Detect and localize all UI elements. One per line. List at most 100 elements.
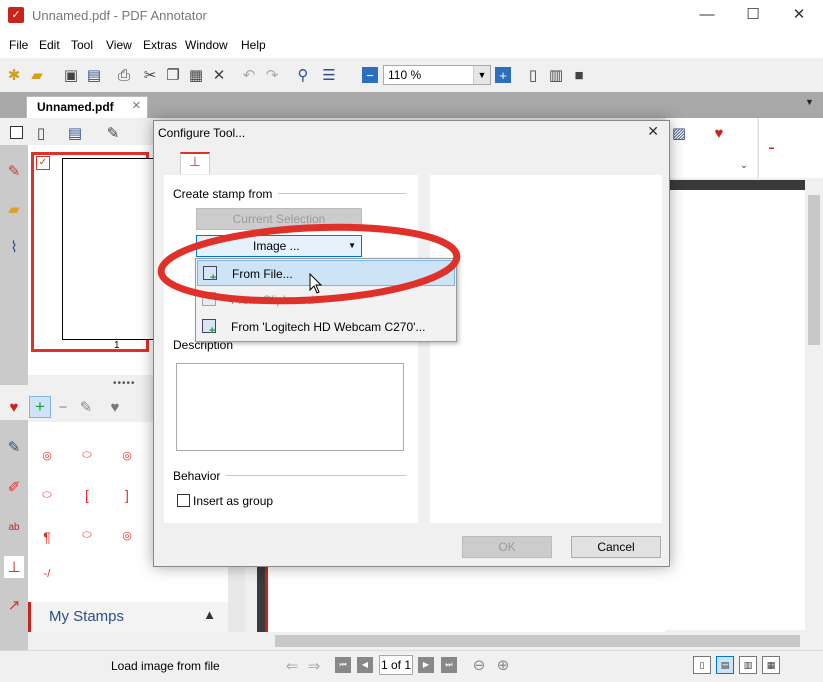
back-icon[interactable]: ⇐ <box>283 657 301 675</box>
cut-icon[interactable]: ✂ <box>141 66 159 84</box>
history-back-icon[interactable]: ⊖ <box>470 656 488 674</box>
splitter-handle[interactable]: ••••• <box>113 378 136 389</box>
paste-icon[interactable]: ▦ <box>187 66 205 84</box>
chevron-up-icon[interactable]: ▲ <box>203 607 216 622</box>
menu-extras[interactable]: Extras <box>143 38 177 52</box>
dialog-close-icon[interactable]: ✕ <box>647 123 659 140</box>
stamp-tool-icon[interactable]: ⊥ <box>4 556 24 578</box>
vertical-scroll-thumb[interactable] <box>808 195 820 345</box>
ok-button[interactable]: OK <box>462 536 552 558</box>
menu-item-label: From 'Logitech HD Webcam C270'... <box>231 320 426 334</box>
maximize-button[interactable]: ☐ <box>730 0 776 32</box>
delete-icon[interactable]: ✕ <box>210 66 228 84</box>
redo-icon[interactable]: ↷ <box>263 66 281 84</box>
full-screen-icon[interactable]: ■ <box>570 66 588 84</box>
book-icon[interactable]: ▤ <box>66 124 84 142</box>
select-checkbox[interactable] <box>10 126 23 139</box>
stamp-item[interactable]: -/ <box>32 568 62 580</box>
mouse-cursor-icon <box>309 273 323 294</box>
fit-page-icon[interactable]: ▯ <box>524 66 542 84</box>
single-page-view-icon[interactable]: ▯ <box>693 656 711 674</box>
filter-icon[interactable]: ☰ <box>320 66 338 84</box>
previous-page-icon[interactable]: ◀ <box>357 657 373 673</box>
stamp-item[interactable]: ⬭ <box>72 449 102 462</box>
first-page-icon[interactable]: ⏮ <box>335 657 351 673</box>
my-stamps-section[interactable]: My Stamps ▲ <box>28 602 228 632</box>
forward-icon[interactable]: ⇒ <box>305 657 323 675</box>
document-page-edge <box>257 565 265 632</box>
zoom-in-icon[interactable]: + <box>495 67 511 83</box>
insert-image-icon[interactable]: ▨ <box>670 124 688 142</box>
save-icon[interactable]: ▣ <box>62 66 80 84</box>
close-button[interactable]: ✕ <box>776 0 822 32</box>
folder-tab-icon[interactable]: ▰ <box>5 200 23 218</box>
remove-stamp-icon[interactable]: − <box>54 398 72 416</box>
chevron-down-icon[interactable]: ▼ <box>805 97 814 107</box>
zoom-combobox[interactable]: 110 % ▼ <box>383 65 491 85</box>
page-icon[interactable]: ▯ <box>32 124 50 142</box>
undo-icon[interactable]: ↶ <box>240 66 258 84</box>
stamp-tab-icon[interactable]: ⊥ <box>180 152 210 174</box>
wrench-icon[interactable]: ✎ <box>104 124 122 142</box>
fit-width-icon[interactable]: ▥ <box>547 66 565 84</box>
stamp-item[interactable]: [ <box>72 487 102 503</box>
document-page[interactable] <box>268 565 665 632</box>
attachment-tab-icon[interactable]: ⌇ <box>5 238 23 256</box>
two-page-view-icon[interactable]: ▥ <box>739 656 757 674</box>
next-page-icon[interactable]: ▶ <box>418 657 434 673</box>
menu-file[interactable]: File <box>9 38 28 52</box>
stamp-item[interactable]: ◎ <box>112 529 142 542</box>
text-tool-icon[interactable]: ab <box>5 518 23 536</box>
add-stamp-icon[interactable]: + <box>29 396 51 418</box>
window-title: Unnamed.pdf - PDF Annotator <box>32 8 207 23</box>
menu-help[interactable]: Help <box>241 38 266 52</box>
dialog-title: Configure Tool... <box>158 126 246 140</box>
marker-tool-icon[interactable]: ✐ <box>5 478 23 496</box>
zoom-out-icon[interactable]: − <box>362 67 378 83</box>
favorite-heart-icon[interactable]: ♥ <box>106 398 124 416</box>
menu-edit[interactable]: Edit <box>39 38 60 52</box>
stamp-item[interactable]: ◎ <box>112 449 142 462</box>
edit-stamp-icon[interactable]: ✎ <box>77 398 95 416</box>
history-forward-icon[interactable]: ⊕ <box>494 656 512 674</box>
pen-tool-icon[interactable]: ✎ <box>5 438 23 456</box>
stamp-item[interactable]: ¶ <box>32 529 62 545</box>
stamp-item[interactable]: ⬭ <box>72 529 102 542</box>
find-binoculars-icon[interactable]: ⚲ <box>294 66 312 84</box>
document-page[interactable] <box>665 190 805 630</box>
thumbnail-checkbox[interactable]: ✓ <box>36 156 50 170</box>
insert-as-group-checkbox[interactable] <box>177 494 190 507</box>
arrow-tool-icon[interactable]: ↗ <box>5 596 23 614</box>
cancel-button[interactable]: Cancel <box>571 536 661 558</box>
horizontal-scroll-thumb[interactable] <box>275 635 800 647</box>
heart-icon[interactable]: ♥ <box>710 124 728 142</box>
two-page-continuous-view-icon[interactable]: ▦ <box>762 656 780 674</box>
app-icon: ✓ <box>8 7 24 23</box>
heart-icon[interactable]: ♥ <box>5 398 23 416</box>
last-page-icon[interactable]: ⏭ <box>441 657 457 673</box>
menu-view[interactable]: View <box>106 38 132 52</box>
tab-unnamed-pdf[interactable]: Unnamed.pdf ✕ <box>26 96 148 119</box>
print-icon[interactable]: ⎙ <box>115 66 133 84</box>
chevron-down-icon[interactable]: ▼ <box>473 66 490 84</box>
description-textarea[interactable] <box>176 363 404 451</box>
menu-tool[interactable]: Tool <box>71 38 93 52</box>
menu-item-from-webcam[interactable]: + From 'Logitech HD Webcam C270'... <box>197 314 455 340</box>
insert-as-group-label[interactable]: Insert as group <box>193 494 273 508</box>
menu-window[interactable]: Window <box>185 38 228 52</box>
new-document-icon[interactable]: ✱ <box>5 66 23 84</box>
app-logo: ▬ <box>758 118 823 178</box>
chevron-down-icon[interactable]: ⌄ <box>735 156 753 174</box>
page-number-field[interactable]: 1 of 1 <box>379 655 413 675</box>
stamp-item[interactable]: ⬭ <box>32 489 62 502</box>
open-folder-icon[interactable]: ▰ <box>28 66 46 84</box>
save-as-icon[interactable]: ▤ <box>85 66 103 84</box>
copy-icon[interactable]: ❐ <box>164 66 182 84</box>
pen-tab-icon[interactable]: ✎ <box>5 162 23 180</box>
document-page-edge <box>665 180 805 190</box>
stamp-item[interactable]: ] <box>112 487 142 503</box>
continuous-view-icon[interactable]: ▤ <box>716 656 734 674</box>
minimize-button[interactable]: — <box>684 0 730 32</box>
stamp-item[interactable]: ◎ <box>32 449 62 462</box>
close-tab-icon[interactable]: ✕ <box>132 99 141 112</box>
